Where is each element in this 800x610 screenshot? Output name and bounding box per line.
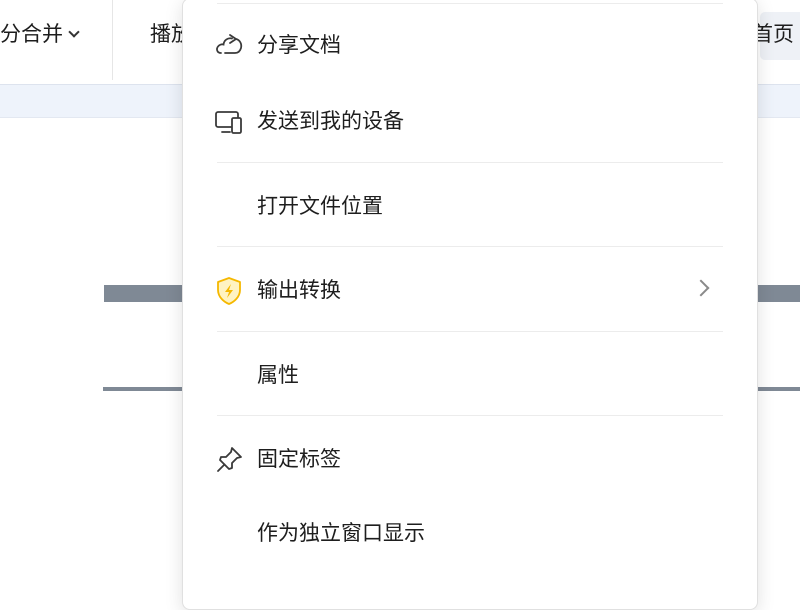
menu-item-label: 打开文件位置 (257, 194, 383, 218)
menu-separator (217, 3, 723, 4)
play-button[interactable]: 播放 (150, 20, 186, 48)
document-line-left (103, 387, 184, 391)
pin-icon (213, 444, 245, 476)
menu-separator (217, 162, 723, 163)
menu-item-share-document[interactable]: 分享文档 (195, 16, 743, 74)
menu-item-label: 属性 (257, 363, 299, 387)
document-rule-left (104, 285, 184, 302)
home-button[interactable]: 首页 (752, 20, 794, 48)
send-to-device-icon (213, 106, 245, 138)
menu-item-label: 输出转换 (257, 278, 341, 302)
convert-coin-icon (213, 275, 245, 307)
chevron-down-icon (68, 26, 80, 38)
menu-separator (217, 331, 723, 332)
home-label: 首页 (752, 22, 794, 46)
document-rule-right (756, 285, 800, 302)
menu-item-label: 固定标签 (257, 447, 341, 471)
toolbar-divider (112, 0, 113, 80)
menu-item-show-as-window[interactable]: 作为独立窗口显示 (195, 504, 743, 562)
menu-separator (217, 246, 723, 247)
menu-item-label: 作为独立窗口显示 (257, 521, 425, 545)
play-label: 播放 (150, 22, 186, 46)
share-cloud-icon (213, 30, 245, 62)
document-line-right (756, 387, 800, 391)
menu-item-output-conversion[interactable]: 输出转换 (195, 261, 743, 319)
menu-item-label: 发送到我的设备 (257, 109, 404, 133)
menu-separator (217, 415, 723, 416)
menu-item-label: 分享文档 (257, 33, 341, 57)
menu-item-send-to-device[interactable]: 发送到我的设备 (195, 92, 743, 150)
context-menu: 分享文档 发送到我的设备 打开文件位置 输出转换 属性 固定标签 作为独立窗口显… (182, 0, 758, 610)
menu-item-pin-tab[interactable]: 固定标签 (195, 430, 743, 488)
merge-dropdown[interactable]: 分合并 (0, 20, 80, 48)
merge-label: 分合并 (0, 22, 63, 46)
menu-item-open-file-location[interactable]: 打开文件位置 (195, 177, 743, 235)
menu-item-properties[interactable]: 属性 (195, 346, 743, 404)
chevron-right-icon (692, 279, 710, 297)
